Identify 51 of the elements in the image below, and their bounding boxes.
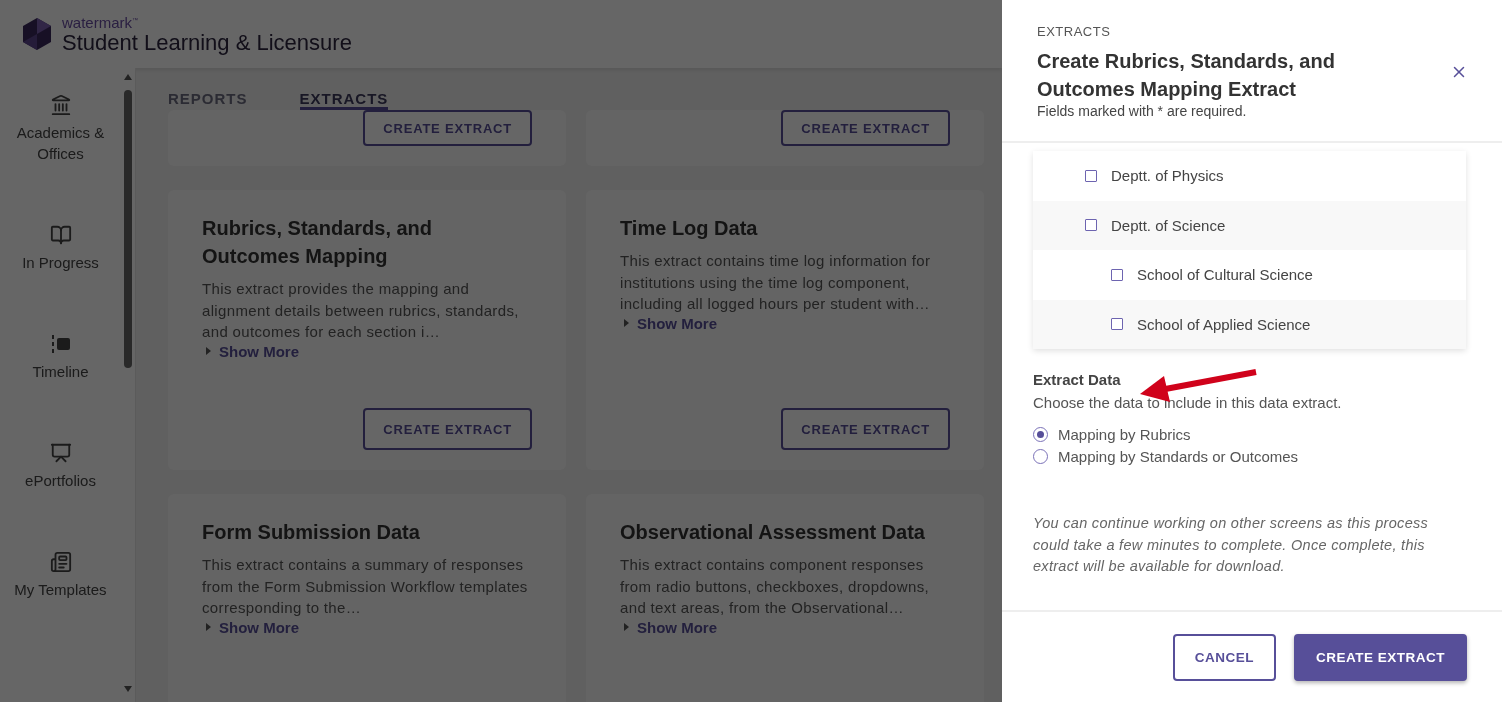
caret-icon xyxy=(624,623,629,631)
tree-item-label: School of Cultural Science xyxy=(1137,266,1313,284)
card-title: Form Submission Data xyxy=(202,520,421,545)
radio-option[interactable]: Mapping by Standards or Outcomes xyxy=(1033,448,1299,465)
caret-icon xyxy=(206,623,211,631)
create-extract-button[interactable]: CREATE EXTRACT xyxy=(1294,633,1467,681)
book-icon xyxy=(49,224,72,246)
create-extract-button[interactable]: CREATE EXTRACT xyxy=(363,110,532,146)
institution-icon xyxy=(49,94,72,116)
card-title: Observational Assessment Data xyxy=(620,520,926,545)
brand-name: watermark$^{™}$ xyxy=(62,14,139,30)
sidebar-item[interactable]: ePortfolios xyxy=(10,470,111,491)
sidebar-item[interactable]: Timeline xyxy=(10,361,111,382)
info-note: You can continue working on other screens as this process could take a few minutes to complete. Once complete, this extract will be available for download. xyxy=(1033,514,1430,576)
card-description: This extract contains component responses from radio buttons, checkboxes, dropdowns, and text areas, from the Observational… xyxy=(620,555,931,618)
tree-item-label: Deptt. of Physics xyxy=(1111,167,1224,185)
checkbox[interactable] xyxy=(1085,169,1097,182)
easel-icon xyxy=(49,442,72,464)
card-description: This extract contains time log information for institutions using the time log component, including all logged hours per student with… xyxy=(620,251,932,314)
caret-icon xyxy=(624,319,629,327)
panel-title: Create Rubrics, Standards, and Outcomes Mapping Extract xyxy=(1037,49,1336,102)
card-title: Time Log Data xyxy=(620,216,759,241)
tree-item-label: School of Applied Science xyxy=(1137,315,1311,333)
show-more-link[interactable]: Show More xyxy=(206,342,299,360)
create-extract-button[interactable]: CREATE EXTRACT xyxy=(781,408,950,450)
checkbox[interactable] xyxy=(1111,318,1123,331)
sidebar-item[interactable]: In Progress xyxy=(10,252,111,273)
show-more-link[interactable]: Show More xyxy=(206,618,299,636)
checkbox[interactable] xyxy=(1111,268,1123,281)
card-description: This extract provides the mapping and alignment details between rubrics, standards, and outcomes for each section i… xyxy=(202,279,520,342)
section-title: Extract Data xyxy=(1033,371,1121,388)
documents-icon xyxy=(49,551,72,573)
create-extract-button[interactable]: CREATE EXTRACT xyxy=(781,110,950,146)
show-more-link[interactable]: Show More xyxy=(624,618,717,636)
section-hint: Choose the data to include in this data extract. xyxy=(1033,394,1343,411)
checkbox[interactable] xyxy=(1085,219,1097,232)
tree-item-label: Deptt. of Science xyxy=(1111,216,1226,234)
card-title: Rubrics, Standards, and Outcomes Mapping xyxy=(202,216,434,269)
caret-icon xyxy=(206,347,211,355)
create-extract-button[interactable]: CREATE EXTRACT xyxy=(363,408,532,450)
show-more-link[interactable]: Show More xyxy=(624,314,717,332)
card-description: This extract contains a summary of responses from the Form Submission Workflow templates corresponding to the… xyxy=(202,555,529,618)
app-title: Student Learning & Licensure xyxy=(62,31,352,54)
cancel-button[interactable]: CANCEL xyxy=(1172,633,1276,681)
sidebar-item[interactable]: My Templates xyxy=(10,579,111,600)
panel-eyebrow: EXTRACTS xyxy=(1037,24,1112,39)
timeline-icon xyxy=(49,333,72,355)
required-note: Fields marked with * are required. xyxy=(1037,103,1248,119)
logo-icon xyxy=(20,17,54,51)
sidebar-item[interactable]: Academics & Offices xyxy=(10,122,111,164)
radio-option[interactable]: Mapping by Rubrics xyxy=(1033,426,1191,443)
